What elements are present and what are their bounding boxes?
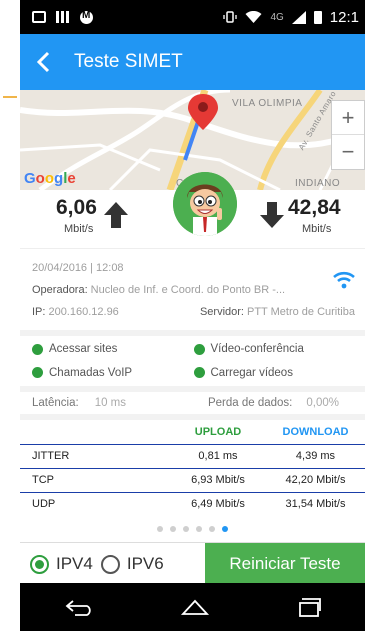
table-row: JITTER 0,81 ms 4,39 ms <box>20 443 365 468</box>
ip-label: IP: <box>32 306 46 318</box>
download-speed-unit: Mbit/s <box>302 223 332 235</box>
barcode-notification-icon <box>56 11 70 23</box>
zoom-out-button[interactable]: − <box>332 135 364 169</box>
results-table: UPLOAD DOWNLOAD JITTER 0,81 ms 4,39 ms T… <box>20 420 365 516</box>
table-row: TCP 6,93 Mbit/s 42,20 Mbit/s <box>20 467 365 492</box>
service-item: Acessar sites <box>32 340 194 359</box>
app-bar: Teste SIMET <box>20 34 365 90</box>
test-datetime: 20/04/2016 | 12:08 <box>32 262 124 274</box>
bottom-controls: IPV4 IPV6 Reiniciar Teste <box>20 542 365 585</box>
page-dot[interactable] <box>157 526 163 532</box>
table-header-cell <box>20 420 170 444</box>
operator-value: Nucleo de Inf. e Coord. do Ponto BR -... <box>90 284 286 296</box>
page-dot[interactable] <box>196 526 202 532</box>
page-indicator <box>20 516 365 542</box>
upload-speed-unit: Mbit/s <box>64 223 94 235</box>
download-cell: 31,54 Mbit/s <box>266 491 365 516</box>
upload-header: UPLOAD <box>194 425 242 438</box>
latency-label: Latência: <box>32 397 79 409</box>
service-item: Carregar vídeos <box>193 364 356 383</box>
ip-value: 200.160.12.96 <box>48 306 119 318</box>
wifi-icon <box>333 271 355 289</box>
server-value: PTT Metro de Curitiba <box>246 306 355 318</box>
table-header: UPLOAD DOWNLOAD <box>20 420 365 444</box>
server-label: Servidor: <box>199 306 244 318</box>
service-item: Chamadas VoIP <box>32 364 194 383</box>
status-ok-icon <box>32 367 43 379</box>
mascot-avatar <box>173 172 237 236</box>
download-speed-value: 42,84 <box>288 196 341 219</box>
download-header: DOWNLOAD <box>282 425 349 438</box>
ip-version-selector: IPV4 IPV6 <box>20 554 205 574</box>
loss-label: Perda de dados: <box>207 397 293 409</box>
download-arrow-icon <box>260 202 284 228</box>
status-ok-icon <box>193 367 205 379</box>
status-ok-icon <box>32 343 43 355</box>
back-nav-icon[interactable] <box>63 598 95 616</box>
page-dot[interactable] <box>170 526 176 532</box>
ipv4-label[interactable]: IPV4 <box>56 554 93 574</box>
service-label: Carregar vídeos <box>210 366 293 379</box>
service-label: Chamadas VoIP <box>49 366 133 379</box>
zoom-controls: + − <box>331 100 365 170</box>
download-cell: 4,39 ms <box>266 443 365 468</box>
system-nav-bar <box>20 583 365 631</box>
upload-cell: 6,93 Mbit/s <box>170 467 266 492</box>
home-nav-icon[interactable] <box>180 598 210 616</box>
service-label: Vídeo-conferência <box>210 343 304 356</box>
upload-cell: 0,81 ms <box>170 443 266 468</box>
service-label: Acessar sites <box>49 343 118 356</box>
service-status-list: Acessar sites Vídeo-conferência Chamadas… <box>20 336 365 386</box>
page-title: Teste SIMET <box>74 51 183 72</box>
test-info: 20/04/2016 | 12:08 Operadora: Nucleo de I… <box>20 248 365 330</box>
restart-test-button[interactable]: Reiniciar Teste <box>205 543 365 585</box>
clock: 12:1 <box>329 8 359 26</box>
ipv6-radio[interactable] <box>100 554 120 574</box>
zoom-in-button[interactable]: + <box>332 101 364 135</box>
page-dot[interactable] <box>183 526 189 532</box>
vibrate-icon <box>223 11 238 23</box>
page-mark <box>3 96 17 98</box>
table-row: UDP 6,49 Mbit/s 31,54 Mbit/s <box>20 491 365 516</box>
operator-label: Operadora: <box>32 284 88 296</box>
page-edge <box>0 0 20 631</box>
latency-value: 10 ms <box>94 397 127 409</box>
back-arrow-icon[interactable] <box>32 51 54 73</box>
status-ok-icon <box>193 343 205 355</box>
upload-speed-value: 6,06 <box>56 196 97 219</box>
upload-arrow-icon <box>104 202 128 228</box>
wifi-status-icon <box>245 10 262 23</box>
metric-name: JITTER <box>20 443 170 468</box>
latency-loss-row: Latência: 10 ms Perda de dados: 0,00% <box>20 386 365 420</box>
loss-value: 0,00% <box>306 397 339 409</box>
phone-screen: 4G 12:1 Teste SIMET VILA OLIMPIA CIDADE <box>20 0 365 631</box>
recents-nav-icon[interactable] <box>296 597 322 617</box>
status-bar: 4G 12:1 <box>20 0 365 34</box>
map-label-indiano: INDIANO <box>295 178 341 189</box>
speed-summary: 6,06 Mbit/s 42,84 Mbit/s <box>20 172 365 248</box>
motorola-icon <box>80 10 93 24</box>
ipv6-label[interactable]: IPV6 <box>127 554 164 574</box>
page-dot-active[interactable] <box>222 526 228 532</box>
metric-name: UDP <box>20 491 170 516</box>
page-dot[interactable] <box>209 526 215 532</box>
metric-name: TCP <box>20 467 170 492</box>
upload-cell: 6,49 Mbit/s <box>170 491 266 516</box>
signal-icon <box>291 10 306 24</box>
download-cell: 42,20 Mbit/s <box>266 467 365 492</box>
ipv4-radio[interactable] <box>30 554 49 574</box>
service-item: Vídeo-conferência <box>193 340 356 359</box>
battery-icon <box>313 10 322 24</box>
map-label-vila-olimpia: VILA OLIMPIA <box>232 98 303 109</box>
image-notification-icon <box>32 11 46 23</box>
network-type: 4G <box>270 11 284 23</box>
google-logo: Google <box>24 170 76 187</box>
